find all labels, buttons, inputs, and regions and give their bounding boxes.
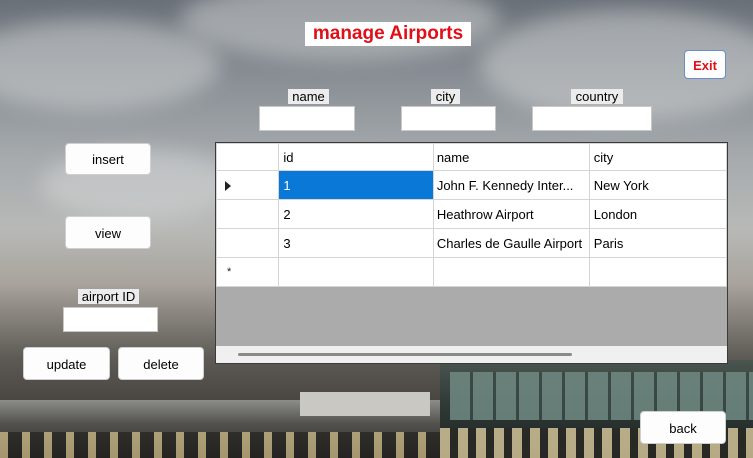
airports-grid[interactable]: id name city 1 John F. Kennedy Inter... …	[215, 142, 728, 364]
country-label: country	[571, 89, 623, 104]
cell-name[interactable]: Charles de Gaulle Airport	[432, 228, 590, 258]
cell-city[interactable]: London	[588, 199, 727, 229]
cell-id[interactable]: 3	[278, 228, 434, 258]
exit-button[interactable]: Exit	[684, 50, 726, 79]
new-row-asterisk-icon: *	[227, 266, 232, 278]
airport-id-input[interactable]	[63, 307, 158, 332]
back-button[interactable]: back	[640, 411, 726, 444]
cell-city[interactable]: New York	[588, 170, 727, 200]
city-input[interactable]	[401, 106, 496, 131]
delete-button[interactable]: delete	[118, 347, 204, 380]
table-row[interactable]: 2 Heathrow Airport London	[216, 199, 727, 229]
cell-name[interactable]: Heathrow Airport	[432, 199, 590, 229]
new-table-row[interactable]: *	[216, 257, 727, 287]
airports-table: id name city 1 John F. Kennedy Inter... …	[216, 143, 727, 287]
city-label: city	[431, 89, 460, 104]
insert-button[interactable]: insert	[65, 143, 151, 175]
airport-id-label: airport ID	[78, 289, 139, 304]
corner-header-cell[interactable]	[216, 143, 280, 171]
row-header-cell[interactable]	[216, 170, 280, 200]
table-header-row: id name city	[216, 143, 727, 171]
cell-city[interactable]	[588, 257, 727, 287]
current-row-arrow-icon	[225, 181, 231, 191]
cell-city[interactable]: Paris	[588, 228, 727, 258]
cell-name[interactable]: John F. Kennedy Inter...	[432, 170, 590, 200]
column-header-id[interactable]: id	[278, 143, 434, 171]
cell-id[interactable]	[278, 257, 434, 287]
horizontal-scrollbar[interactable]	[216, 346, 727, 363]
table-row[interactable]: 1 John F. Kennedy Inter... New York	[216, 170, 727, 200]
page-title: manage Airports	[305, 22, 471, 46]
row-header-cell[interactable]	[216, 228, 280, 258]
cell-id[interactable]: 1	[278, 170, 434, 200]
cell-id[interactable]: 2	[278, 199, 434, 229]
name-input[interactable]	[259, 106, 355, 131]
table-row[interactable]: 3 Charles de Gaulle Airport Paris	[216, 228, 727, 258]
country-input[interactable]	[532, 106, 652, 131]
row-header-cell[interactable]: *	[216, 257, 280, 287]
column-header-city[interactable]: city	[588, 143, 727, 171]
name-label: name	[288, 89, 329, 104]
scrollbar-thumb[interactable]	[238, 353, 572, 356]
row-header-cell[interactable]	[216, 199, 280, 229]
cell-name[interactable]	[432, 257, 590, 287]
column-header-name[interactable]: name	[432, 143, 590, 171]
update-button[interactable]: update	[23, 347, 110, 380]
view-button[interactable]: view	[65, 216, 151, 249]
